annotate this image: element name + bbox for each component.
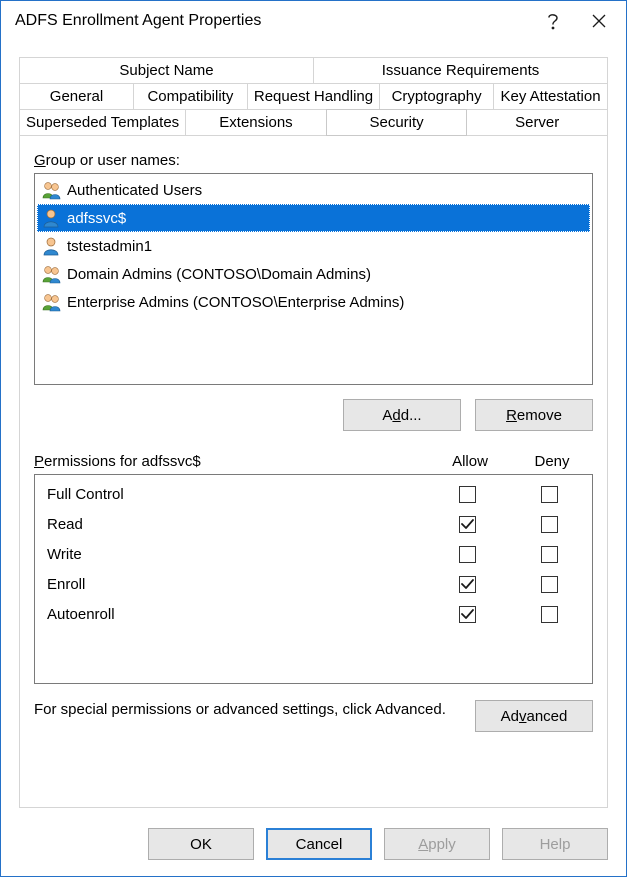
apply-button[interactable]: Apply xyxy=(384,828,490,860)
tab-superseded-templates[interactable]: Superseded Templates xyxy=(19,109,186,136)
list-item[interactable]: tstestadmin1 xyxy=(37,232,590,260)
window-title: ADFS Enrollment Agent Properties xyxy=(15,12,530,30)
tab-general[interactable]: General xyxy=(19,83,134,109)
list-item[interactable]: Enterprise Admins (CONTOSO\Enterprise Ad… xyxy=(37,288,590,316)
checkbox[interactable] xyxy=(459,576,476,593)
list-buttons: Add... Remove xyxy=(34,399,593,431)
help-footer-button[interactable]: Help xyxy=(502,828,608,860)
tab-key-attestation[interactable]: Key Attestation xyxy=(493,83,608,109)
advanced-button[interactable]: Advanced xyxy=(475,700,593,732)
checkbox[interactable] xyxy=(459,516,476,533)
checkbox[interactable] xyxy=(541,546,558,563)
help-button[interactable] xyxy=(530,7,576,35)
permission-label: Enroll xyxy=(37,576,426,593)
tab-issuance-requirements[interactable]: Issuance Requirements xyxy=(313,57,608,83)
remove-button[interactable]: Remove xyxy=(475,399,593,431)
dialog-window: ADFS Enrollment Agent Properties Subject… xyxy=(0,0,627,877)
user-icon xyxy=(41,208,61,228)
advanced-text: For special permissions or advanced sett… xyxy=(34,700,455,720)
list-item-label: Enterprise Admins (CONTOSO\Enterprise Ad… xyxy=(67,294,404,311)
titlebar: ADFS Enrollment Agent Properties xyxy=(1,1,626,41)
list-item[interactable]: Authenticated Users xyxy=(37,176,590,204)
checkbox[interactable] xyxy=(541,576,558,593)
group-icon xyxy=(41,180,61,200)
checkbox[interactable] xyxy=(541,486,558,503)
tab-security[interactable]: Security xyxy=(326,109,468,136)
checkbox[interactable] xyxy=(459,486,476,503)
tab-request-handling[interactable]: Request Handling xyxy=(247,83,380,109)
tab-server[interactable]: Server xyxy=(466,109,608,136)
add-button[interactable]: Add... xyxy=(343,399,461,431)
column-allow: Allow xyxy=(429,453,511,470)
column-deny: Deny xyxy=(511,453,593,470)
tab-extensions[interactable]: Extensions xyxy=(185,109,327,136)
permission-label: Full Control xyxy=(37,486,426,503)
tab-compatibility[interactable]: Compatibility xyxy=(133,83,248,109)
list-item-label: Domain Admins (CONTOSO\Domain Admins) xyxy=(67,266,371,283)
checkbox[interactable] xyxy=(459,546,476,563)
close-button[interactable] xyxy=(576,7,622,35)
list-item[interactable]: adfssvc$ xyxy=(37,204,590,232)
group-user-listbox[interactable]: Authenticated Users adfssvc$ tstestadmin1 D… xyxy=(34,173,593,385)
group-or-user-label: Group or user names: xyxy=(34,152,593,169)
checkbox[interactable] xyxy=(541,516,558,533)
group-icon xyxy=(41,292,61,312)
permission-row: Write xyxy=(37,539,590,569)
tab-body-security: Group or user names: Authenticated Users… xyxy=(19,135,608,808)
permission-label: Autoenroll xyxy=(37,606,426,623)
cancel-button[interactable]: Cancel xyxy=(266,828,372,860)
list-item-label: tstestadmin1 xyxy=(67,238,152,255)
dialog-content: Subject NameIssuance Requirements Genera… xyxy=(1,41,626,818)
list-item[interactable]: Domain Admins (CONTOSO\Domain Admins) xyxy=(37,260,590,288)
dialog-buttons: OK Cancel Apply Help xyxy=(1,818,626,876)
user-icon xyxy=(41,236,61,256)
group-icon xyxy=(41,264,61,284)
permissions-listbox: Full Control Read Write Enroll Autoenroll xyxy=(34,474,593,684)
list-item-label: adfssvc$ xyxy=(67,210,126,227)
permission-row: Full Control xyxy=(37,479,590,509)
checkbox[interactable] xyxy=(541,606,558,623)
list-item-label: Authenticated Users xyxy=(67,182,202,199)
advanced-row: For special permissions or advanced sett… xyxy=(34,700,593,732)
permission-row: Autoenroll xyxy=(37,599,590,629)
checkbox[interactable] xyxy=(459,606,476,623)
tab-control: Subject NameIssuance Requirements Genera… xyxy=(19,57,608,136)
permission-label: Write xyxy=(37,546,426,563)
tab-cryptography[interactable]: Cryptography xyxy=(379,83,494,109)
permission-row: Enroll xyxy=(37,569,590,599)
ok-button[interactable]: OK xyxy=(148,828,254,860)
permission-label: Read xyxy=(37,516,426,533)
permissions-header: Permissions for adfssvc$ Allow Deny xyxy=(34,453,593,470)
tab-subject-name[interactable]: Subject Name xyxy=(19,57,314,83)
permission-row: Read xyxy=(37,509,590,539)
